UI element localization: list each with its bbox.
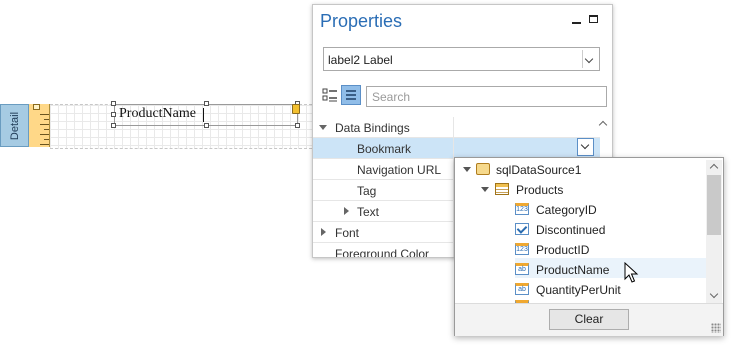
alphabetical-view-button[interactable] <box>341 85 361 105</box>
resize-handle[interactable] <box>204 123 209 128</box>
properties-title: Properties <box>320 11 403 31</box>
scroll-up-icon[interactable] <box>598 120 608 130</box>
tree-node-datasource[interactable]: sqlDataSource1 <box>462 160 702 180</box>
text-field-icon: ab <box>515 283 529 295</box>
text-field-icon: ab <box>515 263 529 275</box>
property-name: Navigation URL <box>357 163 442 177</box>
tree-node-label: ProductName <box>536 263 610 277</box>
property-name: Tag <box>357 184 377 198</box>
dropdown-scroll-thumb[interactable] <box>707 175 721 235</box>
database-icon <box>476 163 490 175</box>
maximize-icon[interactable] <box>589 15 598 23</box>
smart-tag-icon[interactable] <box>292 104 300 114</box>
tree-node-label: ProductID <box>536 243 590 257</box>
property-row-data-bindings[interactable]: Data Bindings <box>313 117 600 138</box>
chevron-down-icon[interactable] <box>582 50 597 68</box>
resize-handle[interactable] <box>111 112 116 117</box>
property-name: Text <box>357 205 380 219</box>
tree-node-label: QuantityPerUnit <box>536 283 621 297</box>
clear-button[interactable]: Clear <box>549 309 629 330</box>
tree-node-label: Products <box>516 183 564 197</box>
list-icon <box>346 90 356 100</box>
detail-band-label: Detail <box>8 111 21 140</box>
tree-node-productname[interactable]: ab ProductName <box>462 260 702 280</box>
scroll-up-icon[interactable] <box>709 163 719 173</box>
scroll-down-icon[interactable] <box>709 289 719 299</box>
number-field-icon: 123 <box>515 243 529 255</box>
tree-node-label: sqlDataSource1 <box>496 163 582 177</box>
property-name: Font <box>335 226 360 240</box>
selection-handles <box>111 101 300 128</box>
resize-grip-icon[interactable] <box>711 323 721 333</box>
expand-right-icon[interactable] <box>344 207 349 215</box>
detail-band-tab[interactable]: Detail <box>0 104 29 147</box>
tree-node-products[interactable]: Products <box>462 180 702 200</box>
resize-handle[interactable] <box>111 101 116 106</box>
collapse-icon[interactable] <box>463 167 471 172</box>
categorized-view-button[interactable] <box>320 85 340 105</box>
tree-node-quantityperunit[interactable]: ab QuantityPerUnit <box>462 280 702 300</box>
resize-handle[interactable] <box>111 123 116 128</box>
property-name: Bookmark <box>357 142 412 156</box>
bookmark-dropdown-button[interactable] <box>577 138 594 156</box>
boolean-field-icon <box>515 223 529 235</box>
expand-right-icon[interactable] <box>321 228 326 236</box>
vertical-ruler <box>29 104 50 147</box>
property-row-bookmark[interactable]: Bookmark <box>313 138 600 159</box>
tree-node-productid[interactable]: 123 ProductID <box>462 240 702 260</box>
collapse-icon[interactable] <box>481 187 489 192</box>
search-input[interactable]: Search <box>366 86 607 107</box>
expand-down-icon[interactable] <box>319 125 327 130</box>
property-name: Data Bindings <box>335 121 410 135</box>
number-field-icon: 123 <box>515 203 529 215</box>
resize-handle[interactable] <box>295 123 300 128</box>
resize-handle[interactable] <box>204 101 209 106</box>
property-name: Foreground Color <box>335 247 430 257</box>
tree-node-label: CategoryID <box>536 203 597 217</box>
mouse-pointer-icon <box>624 262 639 283</box>
tree-node-discontinued[interactable]: Discontinued <box>462 220 702 240</box>
table-icon <box>495 183 509 195</box>
object-selector-value: label2 Label <box>328 53 393 67</box>
tree-node-categoryid[interactable]: 123 CategoryID <box>462 200 702 220</box>
tree-node-label: Discontinued <box>536 223 606 237</box>
object-selector[interactable]: label2 Label <box>323 47 600 71</box>
search-placeholder: Search <box>372 90 411 104</box>
ruler-handle[interactable] <box>33 104 40 110</box>
minimize-icon[interactable] <box>572 22 581 24</box>
categorized-icon <box>322 88 337 102</box>
